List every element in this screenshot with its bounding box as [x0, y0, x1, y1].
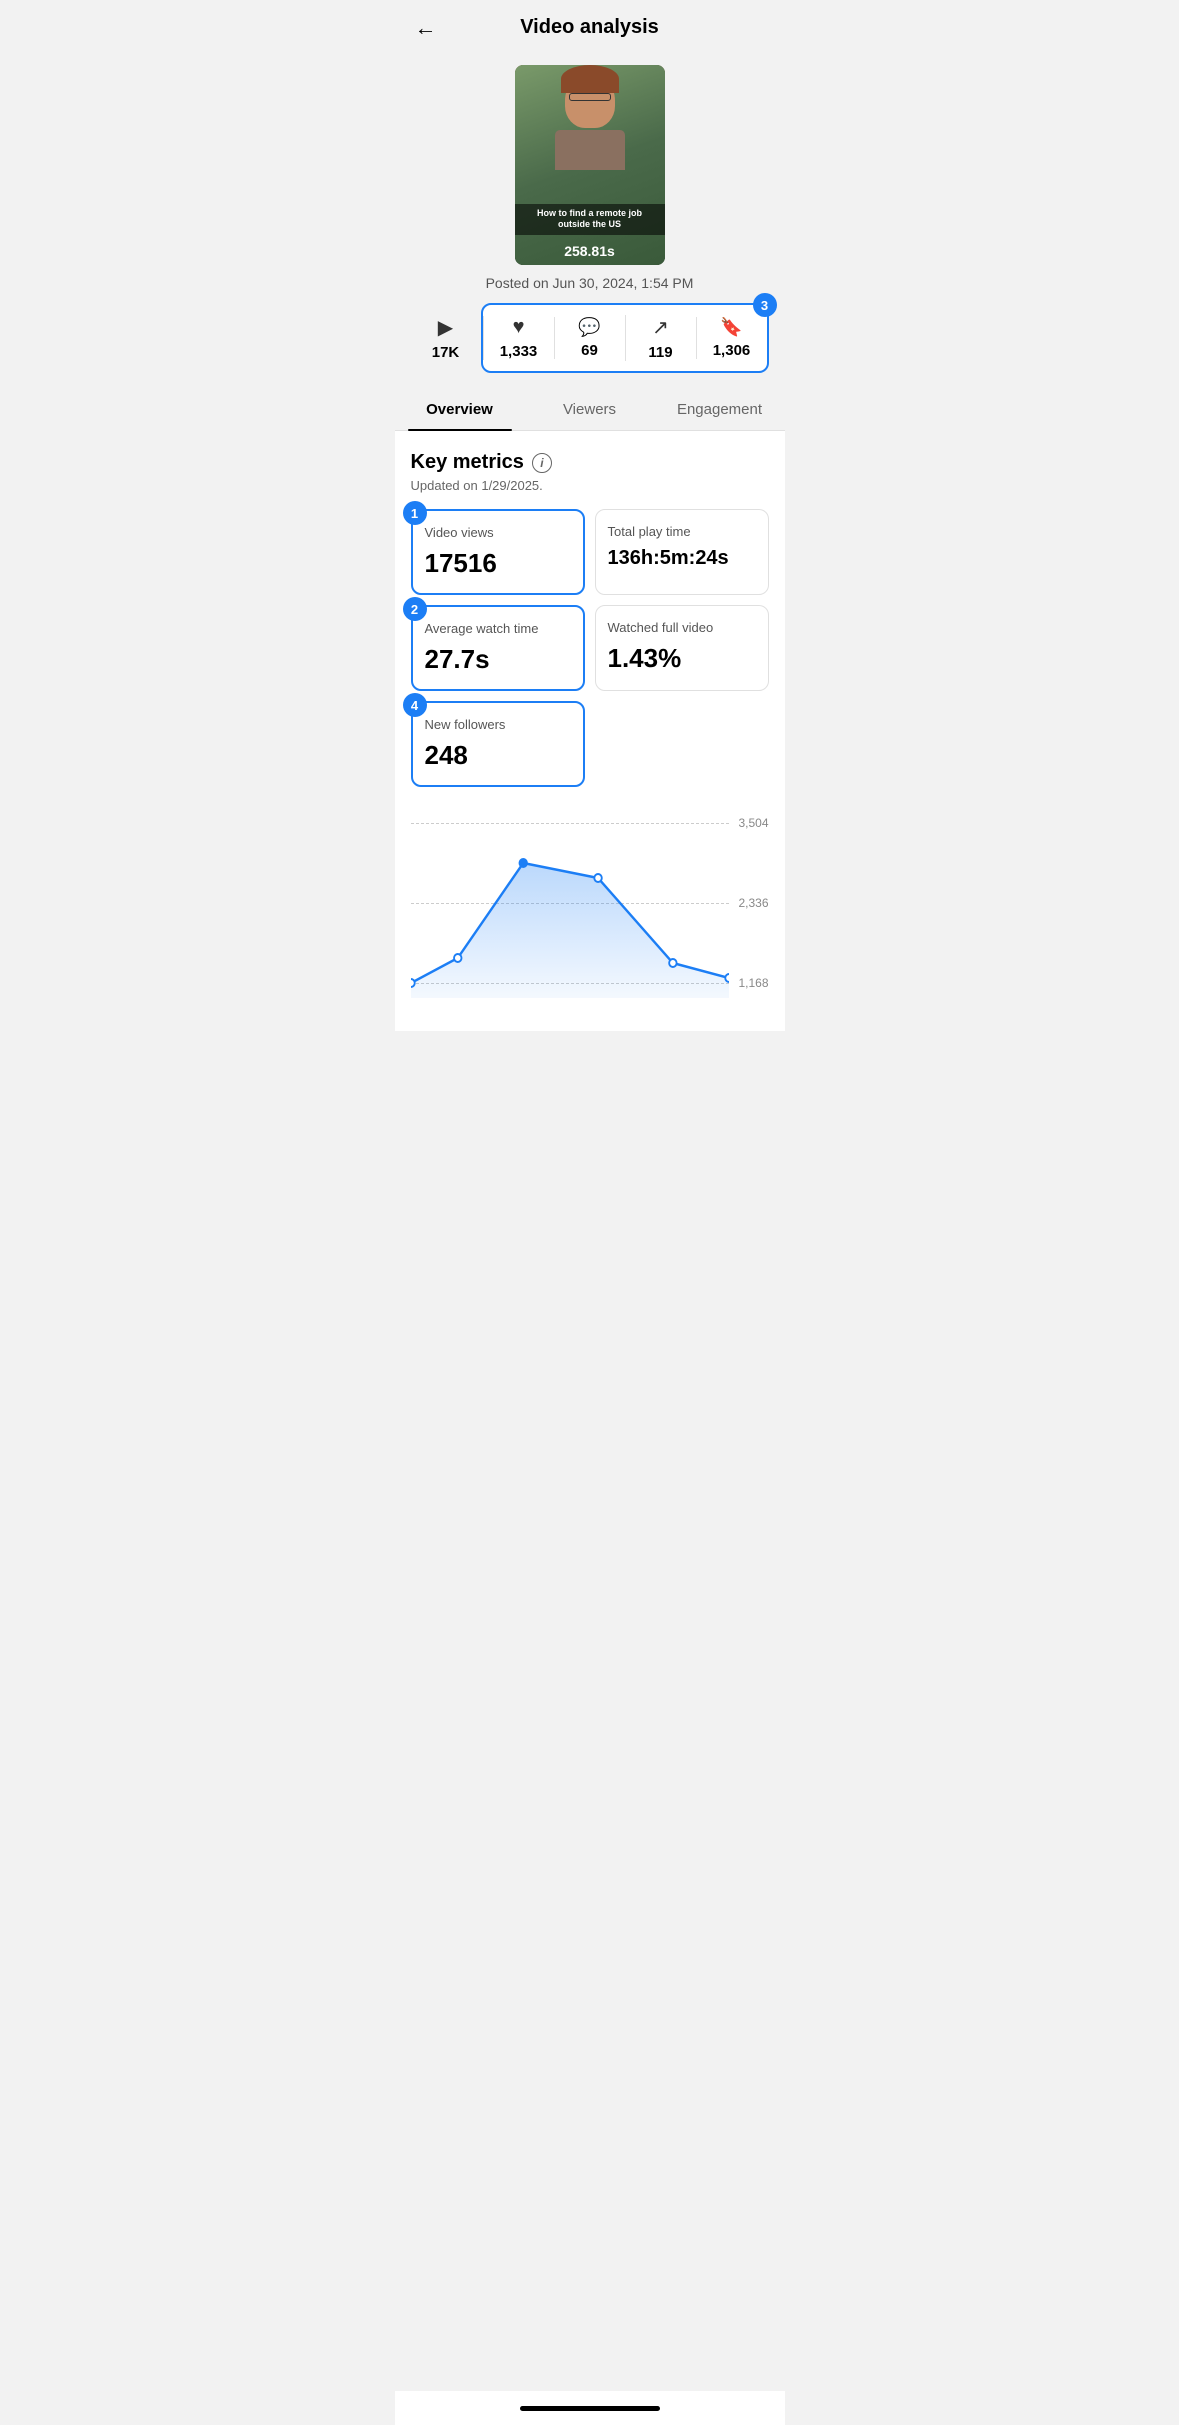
- back-button[interactable]: ←: [415, 15, 437, 41]
- tab-engagement[interactable]: Engagement: [655, 389, 785, 430]
- key-metrics-title: Key metrics: [411, 451, 524, 474]
- chart-label-1: 3,504: [738, 816, 768, 830]
- watched-full-value: 1.43%: [608, 643, 756, 674]
- watched-full-label: Watched full video: [608, 620, 756, 635]
- badge-4: 4: [403, 693, 427, 717]
- page-header: ← Video analysis: [395, 0, 785, 55]
- chart-area: 3,504 2,336 1,168: [411, 803, 769, 1003]
- video-overlay-text: How to find a remote job outside the US: [515, 204, 665, 235]
- likes-value: 1,333: [500, 343, 538, 360]
- likes-stat: ♥ 1,333: [483, 316, 554, 360]
- video-section: How to find a remote job outside the US …: [395, 55, 785, 291]
- video-posted-date: Posted on Jun 30, 2024, 1:54 PM: [486, 275, 694, 291]
- badge-1: 1: [403, 501, 427, 525]
- avg-watch-value: 27.7s: [425, 644, 571, 675]
- stats-box: ♥ 1,333 💬 69 ↗ 119 🔖 1,306: [481, 303, 769, 373]
- main-content: Key metrics i Updated on 1/29/2025. 1 Vi…: [395, 431, 785, 1031]
- bookmarks-value: 1,306: [713, 342, 751, 359]
- video-thumbnail[interactable]: How to find a remote job outside the US …: [515, 65, 665, 265]
- watched-full-card: Watched full video 1.43%: [595, 605, 769, 691]
- avg-watch-label: Average watch time: [425, 621, 571, 636]
- bookmarks-stat: 🔖 1,306: [696, 317, 767, 359]
- total-play-card: Total play time 136h:5m:24s: [595, 509, 769, 595]
- badge-2: 2: [403, 597, 427, 621]
- video-views-value: 17516: [425, 548, 571, 579]
- metrics-grid: 1 Video views 17516 Total play time 136h…: [411, 509, 769, 787]
- total-play-value: 136h:5m:24s: [608, 547, 756, 570]
- total-play-label: Total play time: [608, 524, 756, 539]
- new-followers-card: 4 New followers 248: [411, 701, 585, 787]
- bookmarks-icon: 🔖: [720, 317, 742, 338]
- views-stat: ▶ 17K: [411, 315, 481, 361]
- home-indicator: [520, 2406, 660, 2411]
- avg-watch-card: 2 Average watch time 27.7s: [411, 605, 585, 691]
- chart-label-3: 1,168: [738, 976, 768, 990]
- tab-bar: Overview Viewers Engagement: [395, 389, 785, 431]
- new-followers-value: 248: [425, 740, 571, 771]
- key-metrics-header: Key metrics i: [411, 451, 769, 474]
- comments-icon: 💬: [578, 317, 600, 338]
- shares-stat: ↗ 119: [625, 315, 696, 361]
- stats-container: ▶ 17K 3 ♥ 1,333 💬 69 ↗ 119 🔖 1,306: [411, 303, 769, 373]
- bottom-bar: [395, 2391, 785, 2425]
- views-value: 17K: [432, 344, 460, 361]
- new-followers-label: New followers: [425, 717, 571, 732]
- badge-3: 3: [753, 293, 777, 317]
- video-views-label: Video views: [425, 525, 571, 540]
- shares-icon: ↗: [652, 315, 669, 340]
- tab-overview[interactable]: Overview: [395, 389, 525, 430]
- chart-label-2: 2,336: [738, 896, 768, 910]
- info-icon[interactable]: i: [532, 453, 552, 473]
- tab-viewers[interactable]: Viewers: [525, 389, 655, 430]
- play-icon: ▶: [438, 315, 453, 340]
- video-duration: 258.81s: [515, 243, 665, 259]
- comments-value: 69: [581, 342, 598, 359]
- chart-svg: [411, 803, 729, 1003]
- updated-text: Updated on 1/29/2025.: [411, 478, 769, 493]
- thumbnail-bg: How to find a remote job outside the US …: [515, 65, 665, 265]
- comments-stat: 💬 69: [554, 317, 625, 359]
- video-views-card: 1 Video views 17516: [411, 509, 585, 595]
- shares-value: 119: [648, 344, 672, 361]
- page-title: Video analysis: [520, 16, 659, 39]
- likes-icon: ♥: [513, 316, 525, 339]
